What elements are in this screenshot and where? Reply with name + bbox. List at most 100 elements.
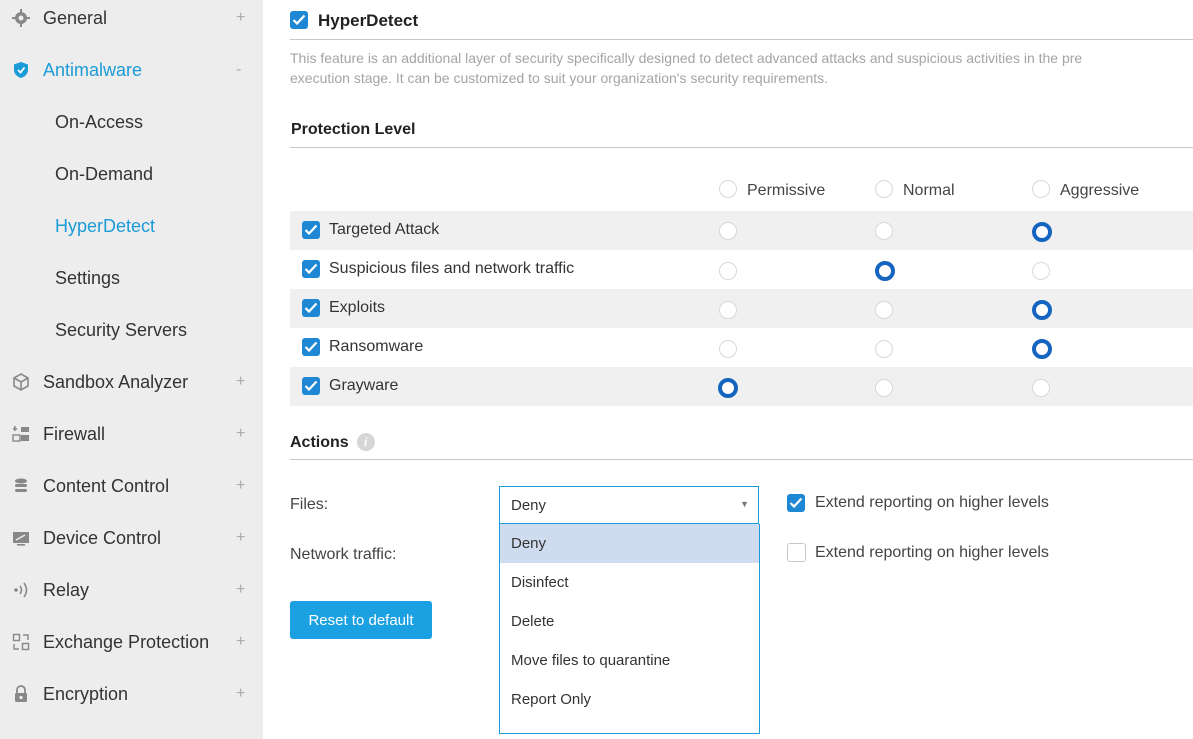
reset-to-default-button[interactable]: Reset to default [290, 601, 432, 639]
collapse-icon[interactable]: - [236, 61, 241, 79]
info-icon[interactable]: i [356, 433, 375, 451]
actions-heading: Actions i [290, 433, 375, 452]
monitor-icon [11, 528, 31, 548]
sidebar-item-encryption[interactable]: Encryption + [0, 668, 263, 720]
dropdown-option-delete[interactable]: Delete [500, 602, 759, 641]
sidebar-item-label: Exchange Protection [43, 631, 210, 652]
ransomware-checkbox[interactable] [302, 338, 320, 356]
exploits-normal-radio[interactable] [875, 301, 893, 319]
lock-icon [11, 684, 31, 704]
ransomware-aggressive-radio[interactable] [1032, 339, 1052, 359]
targeted-attack-aggressive-radio[interactable] [1032, 222, 1052, 242]
divider [290, 39, 1193, 40]
suspicious-files-checkbox[interactable] [302, 260, 320, 278]
page-title: HyperDetect [318, 11, 419, 30]
dropdown-option-deny[interactable]: Deny [500, 524, 759, 563]
exploits-checkbox[interactable] [302, 299, 320, 317]
expand-icon[interactable]: + [236, 581, 245, 599]
firewall-icon [11, 424, 31, 444]
database-icon [11, 476, 31, 496]
cube-icon [11, 372, 31, 392]
shield-icon [11, 60, 31, 80]
protection-level-heading: Protection Level [291, 121, 416, 138]
sidebar-item-content-control[interactable]: Content Control + [0, 460, 263, 512]
ransomware-normal-radio[interactable] [875, 340, 893, 358]
suspicious-files-permissive-radio[interactable] [719, 262, 737, 280]
extend-reporting-network-checkbox[interactable] [787, 543, 806, 562]
files-action-dropdown: Deny Disinfect Delete Move files to quar… [499, 524, 760, 734]
select-value: Deny [511, 497, 547, 514]
grayware-permissive-radio[interactable] [718, 378, 738, 398]
suspicious-files-aggressive-radio[interactable] [1032, 262, 1050, 280]
sidebar-item-on-demand[interactable]: On-Demand [0, 148, 263, 200]
sidebar-item-firewall[interactable]: Firewall + [0, 408, 263, 460]
divider [290, 147, 1193, 148]
expand-icon[interactable]: + [236, 9, 245, 27]
ransomware-permissive-radio[interactable] [719, 340, 737, 358]
row-label: Exploits [329, 299, 386, 316]
dropdown-option-report-only[interactable]: Report Only [500, 680, 759, 719]
chevron-down-icon: ▼ [740, 499, 749, 509]
feature-description: This feature is an additional layer of s… [290, 50, 1083, 66]
extend-reporting-network-label: Extend reporting on higher levels [815, 544, 1049, 561]
sidebar-item-label: HyperDetect [55, 215, 156, 236]
grayware-normal-radio[interactable] [875, 379, 893, 397]
expand-icon[interactable]: + [236, 477, 245, 495]
expand-icon[interactable]: + [236, 425, 245, 443]
sidebar-item-sandbox-analyzer[interactable]: Sandbox Analyzer + [0, 356, 263, 408]
targeted-attack-permissive-radio[interactable] [719, 222, 737, 240]
dropdown-option-quarantine[interactable]: Move files to quarantine [500, 641, 759, 680]
actions-heading-label: Actions [290, 434, 349, 451]
row-label: Ransomware [329, 338, 424, 355]
table-row [290, 367, 1193, 406]
table-row [290, 289, 1193, 328]
targeted-attack-normal-radio[interactable] [875, 222, 893, 240]
option-label: Move files to quarantine [511, 652, 671, 669]
sidebar-item-hyperdetect[interactable]: HyperDetect [0, 200, 263, 252]
normal-column-radio[interactable] [875, 180, 893, 198]
table-row [290, 328, 1193, 367]
sidebar-item-label: General [43, 7, 108, 28]
relay-icon [11, 580, 31, 600]
sidebar-item-device-control[interactable]: Device Control + [0, 512, 263, 564]
targeted-attack-checkbox[interactable] [302, 221, 320, 239]
expand-icon[interactable]: + [236, 685, 245, 703]
files-action-select[interactable]: Deny ▼ [499, 486, 759, 524]
divider [290, 459, 1193, 460]
dropdown-option-disinfect[interactable]: Disinfect [500, 563, 759, 602]
column-header-permissive: Permissive [747, 182, 826, 199]
sidebar-item-settings[interactable]: Settings [0, 252, 263, 304]
sidebar-item-general[interactable]: General + [0, 0, 263, 44]
sidebar-item-relay[interactable]: Relay + [0, 564, 263, 616]
sidebar-item-label: Firewall [43, 423, 106, 444]
option-label: Deny [511, 535, 547, 552]
column-header-aggressive: Aggressive [1060, 182, 1140, 199]
option-label: Disinfect [511, 574, 569, 591]
gear-icon [11, 8, 31, 28]
sidebar-item-label: Relay [43, 579, 90, 600]
sidebar-item-on-access[interactable]: On-Access [0, 96, 263, 148]
extend-reporting-files-label: Extend reporting on higher levels [815, 494, 1049, 511]
sidebar-item-exchange-protection[interactable]: Exchange Protection + [0, 616, 263, 668]
expand-icon[interactable]: + [236, 633, 245, 651]
hyperdetect-checkbox[interactable] [290, 11, 308, 29]
sidebar-item-antimalware[interactable]: Antimalware - [0, 44, 263, 96]
extend-reporting-files-checkbox[interactable] [787, 494, 805, 512]
permissive-column-radio[interactable] [719, 180, 737, 198]
suspicious-files-normal-radio[interactable] [875, 261, 895, 281]
expand-icon[interactable]: + [236, 373, 245, 391]
exploits-aggressive-radio[interactable] [1032, 300, 1052, 320]
sidebar-item-security-servers[interactable]: Security Servers [0, 304, 263, 356]
row-label: Grayware [329, 377, 399, 394]
exploits-permissive-radio[interactable] [719, 301, 737, 319]
sidebar: General + Antimalware - On-Access On-Dem… [0, 0, 263, 739]
grayware-aggressive-radio[interactable] [1032, 379, 1050, 397]
sidebar-item-label: Settings [55, 267, 121, 288]
grayware-checkbox[interactable] [302, 377, 320, 395]
sidebar-item-label: Device Control [43, 527, 162, 548]
expand-icon[interactable]: + [236, 529, 245, 547]
sidebar-item-label: On-Demand [55, 163, 154, 184]
option-label: Report Only [511, 691, 592, 708]
row-label: Targeted Attack [329, 221, 440, 238]
aggressive-column-radio[interactable] [1032, 180, 1050, 198]
